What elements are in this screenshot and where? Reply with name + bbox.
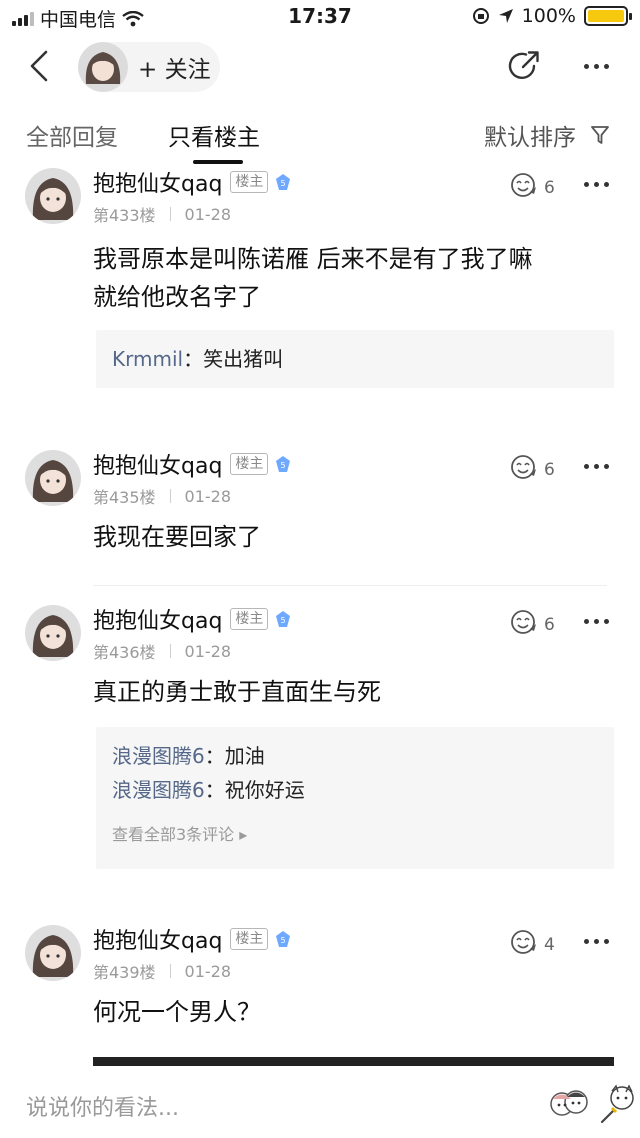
reply-box[interactable]: 浪漫图腾6：加油 浪漫图腾6：祝你好运 查看全部3条评论 ▸ [96, 727, 614, 869]
like-count: 6 [544, 614, 555, 635]
more-options-button[interactable] [576, 52, 616, 80]
level-badge-icon: 5 [274, 173, 292, 191]
like-count: 6 [544, 177, 555, 198]
avatar[interactable] [25, 605, 81, 661]
post-content: 真正的勇士敢于直面生与死 [93, 673, 623, 711]
post-text-line: 何况一个男人？ [93, 998, 261, 1026]
post-content: 我现在要回家了 [93, 518, 623, 556]
avatar [78, 42, 128, 92]
tab-all-replies[interactable]: 全部回复 [26, 118, 118, 152]
reply-item: 浪漫图腾6：祝你好运 [96, 773, 614, 807]
post-more-button[interactable] [584, 939, 609, 944]
post-text-line: 我现在要回家了 [93, 523, 261, 551]
follow-button[interactable]: + 关注 [78, 42, 220, 92]
like-count: 6 [544, 459, 555, 480]
svg-text:5: 5 [281, 616, 286, 625]
reply-item: Krmmil：笑出猪叫 [96, 342, 614, 376]
reply-text: ：笑出猪叫 [183, 347, 284, 371]
avatar[interactable] [25, 450, 81, 506]
reply-item: 浪漫图腾6：加油 [96, 739, 614, 773]
level-badge-icon: 5 [274, 610, 292, 628]
status-bar: 中国电信 17:37 100% [0, 0, 640, 34]
post-more-button[interactable] [584, 619, 609, 624]
like-icon [510, 172, 538, 203]
sort-label: 默认排序 [484, 125, 576, 151]
sort-button[interactable]: 默认排序 [484, 118, 610, 152]
reply-username[interactable]: Krmmil [112, 347, 183, 371]
post-content: 何况一个男人？ [93, 993, 623, 1031]
comment-bar: 说说你的看法... [0, 1070, 640, 1138]
floor-number: 第439楼 [93, 963, 156, 982]
back-arrow-icon[interactable] [22, 48, 58, 84]
username[interactable]: 抱抱仙女qaq [93, 166, 222, 198]
filter-icon [591, 126, 609, 144]
level-badge-icon: 5 [274, 455, 292, 473]
post-content: 我哥原本是叫陈诺雁 后来不是有了我了嘛 就给他改名字了 [93, 240, 623, 316]
reply-box[interactable]: Krmmil：笑出猪叫 [96, 330, 614, 388]
like-button[interactable]: 4 [510, 929, 555, 960]
post-date: 01-28 [184, 486, 232, 506]
post-date: 01-28 [184, 961, 232, 981]
op-badge: 楼主 [230, 608, 269, 630]
floor-number: 第433楼 [93, 206, 156, 225]
rotation-lock-icon [472, 8, 489, 24]
location-icon [498, 9, 513, 23]
divider [93, 585, 607, 586]
active-tab-indicator [193, 160, 243, 164]
username[interactable]: 抱抱仙女qaq [93, 923, 222, 955]
like-button[interactable]: 6 [510, 609, 555, 640]
avatar[interactable] [25, 925, 81, 981]
svg-text:5: 5 [281, 936, 286, 945]
avatar[interactable] [25, 168, 81, 224]
floor-number: 第436楼 [93, 643, 156, 662]
doodle-icon[interactable] [600, 1082, 636, 1124]
like-count: 4 [544, 934, 555, 955]
comment-input[interactable]: 说说你的看法... [26, 1090, 179, 1122]
media-strip [93, 1057, 614, 1066]
floor-number: 第435楼 [93, 488, 156, 507]
post-text-line: 就给他改名字了 [93, 283, 261, 311]
username[interactable]: 抱抱仙女qaq [93, 448, 222, 480]
battery-icon [584, 6, 632, 26]
svg-text:5: 5 [281, 461, 286, 470]
reply-text: ：祝你好运 [204, 778, 305, 802]
post-date: 01-28 [184, 641, 232, 661]
reply-username[interactable]: 浪漫图腾6 [112, 744, 205, 768]
battery-percent: 100% [521, 5, 576, 27]
reply-tabs: 全部回复 只看楼主 默认排序 [0, 100, 640, 166]
view-all-replies-link[interactable]: 查看全部3条评论 ▸ [96, 821, 614, 845]
tab-op-only[interactable]: 只看楼主 [168, 118, 260, 152]
op-badge: 楼主 [230, 171, 269, 193]
follow-label: + 关注 [138, 57, 211, 83]
username[interactable]: 抱抱仙女qaq [93, 603, 222, 635]
like-icon [510, 454, 538, 485]
sticker-icon[interactable] [548, 1082, 590, 1124]
reply-username[interactable]: 浪漫图腾6 [112, 778, 205, 802]
like-icon [510, 929, 538, 960]
post-text-line: 我哥原本是叫陈诺雁 后来不是有了我了嘛 [93, 245, 533, 273]
post-text-line: 真正的勇士敢于直面生与死 [93, 678, 381, 706]
like-button[interactable]: 6 [510, 454, 555, 485]
op-badge: 楼主 [230, 928, 269, 950]
reply-text: ：加油 [204, 744, 265, 768]
like-button[interactable]: 6 [510, 172, 555, 203]
like-icon [510, 609, 538, 640]
post-more-button[interactable] [584, 464, 609, 469]
svg-text:5: 5 [281, 179, 286, 188]
post-more-button[interactable] [584, 182, 609, 187]
share-icon[interactable] [506, 48, 542, 84]
post-date: 01-28 [184, 204, 232, 224]
nav-bar: + 关注 [0, 34, 640, 100]
level-badge-icon: 5 [274, 930, 292, 948]
op-badge: 楼主 [230, 453, 269, 475]
